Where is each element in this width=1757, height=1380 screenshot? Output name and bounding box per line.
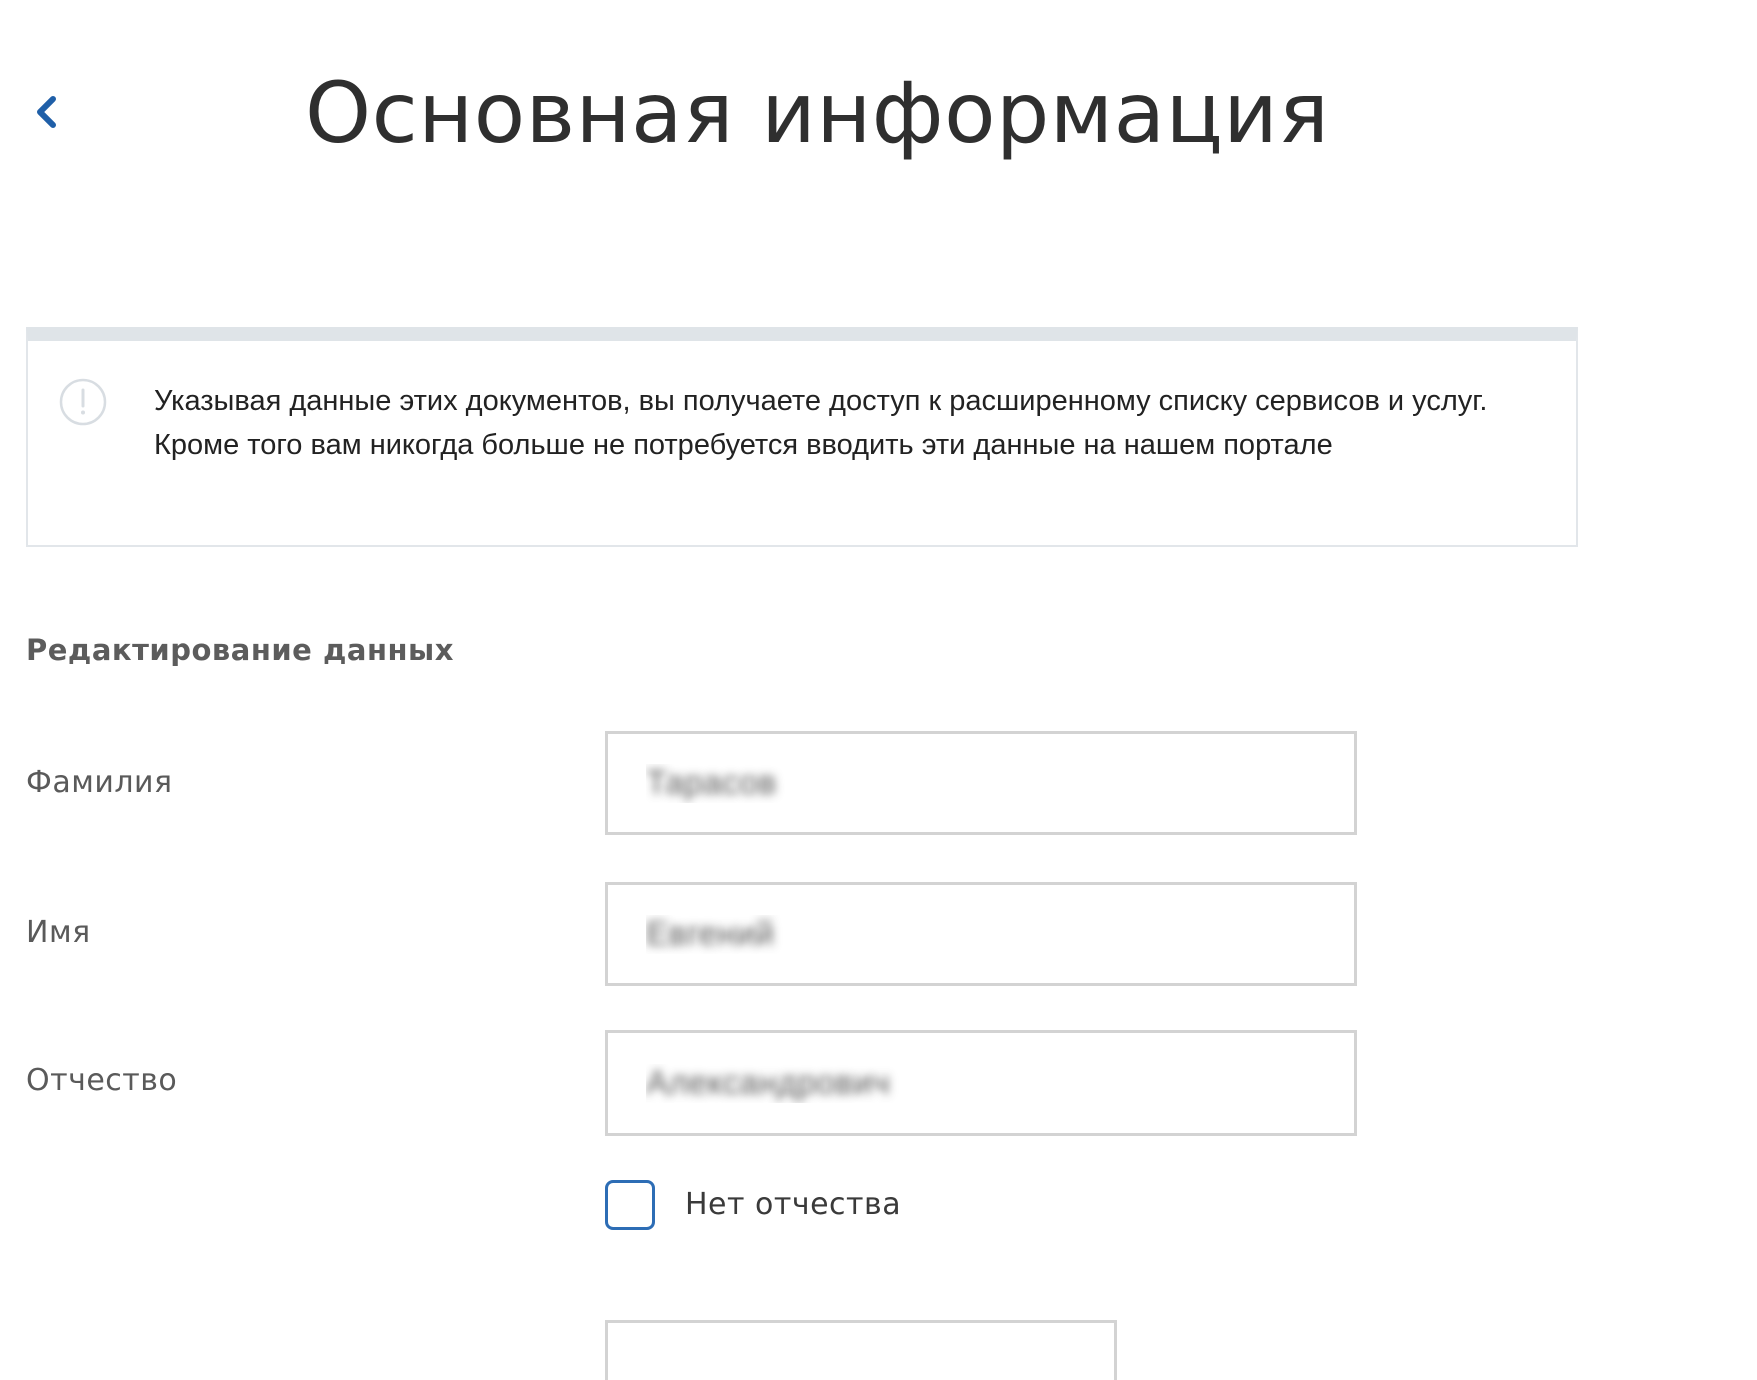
- first-name-input[interactable]: [605, 882, 1357, 986]
- middle-name-input[interactable]: [605, 1030, 1357, 1136]
- section-title: Редактирование данных: [26, 633, 454, 667]
- back-button[interactable]: [26, 88, 66, 136]
- info-notice: Указывая данные этих документов, вы полу…: [26, 327, 1578, 547]
- exclamation-circle-icon: [58, 377, 108, 427]
- no-middle-name-label: Нет отчества: [685, 1187, 902, 1222]
- checkbox-box[interactable]: [605, 1180, 655, 1230]
- last-name-label: Фамилия: [26, 765, 173, 800]
- chevron-left-icon: [33, 93, 59, 131]
- no-middle-name-checkbox[interactable]: Нет отчества: [605, 1178, 901, 1232]
- next-field-input[interactable]: [605, 1320, 1117, 1380]
- notice-text: Указывая данные этих документов, вы полу…: [154, 385, 1488, 461]
- first-name-label: Имя: [26, 915, 91, 950]
- page-title: Основная информация: [305, 64, 1330, 162]
- middle-name-label: Отчество: [26, 1063, 178, 1098]
- last-name-input[interactable]: [605, 731, 1357, 835]
